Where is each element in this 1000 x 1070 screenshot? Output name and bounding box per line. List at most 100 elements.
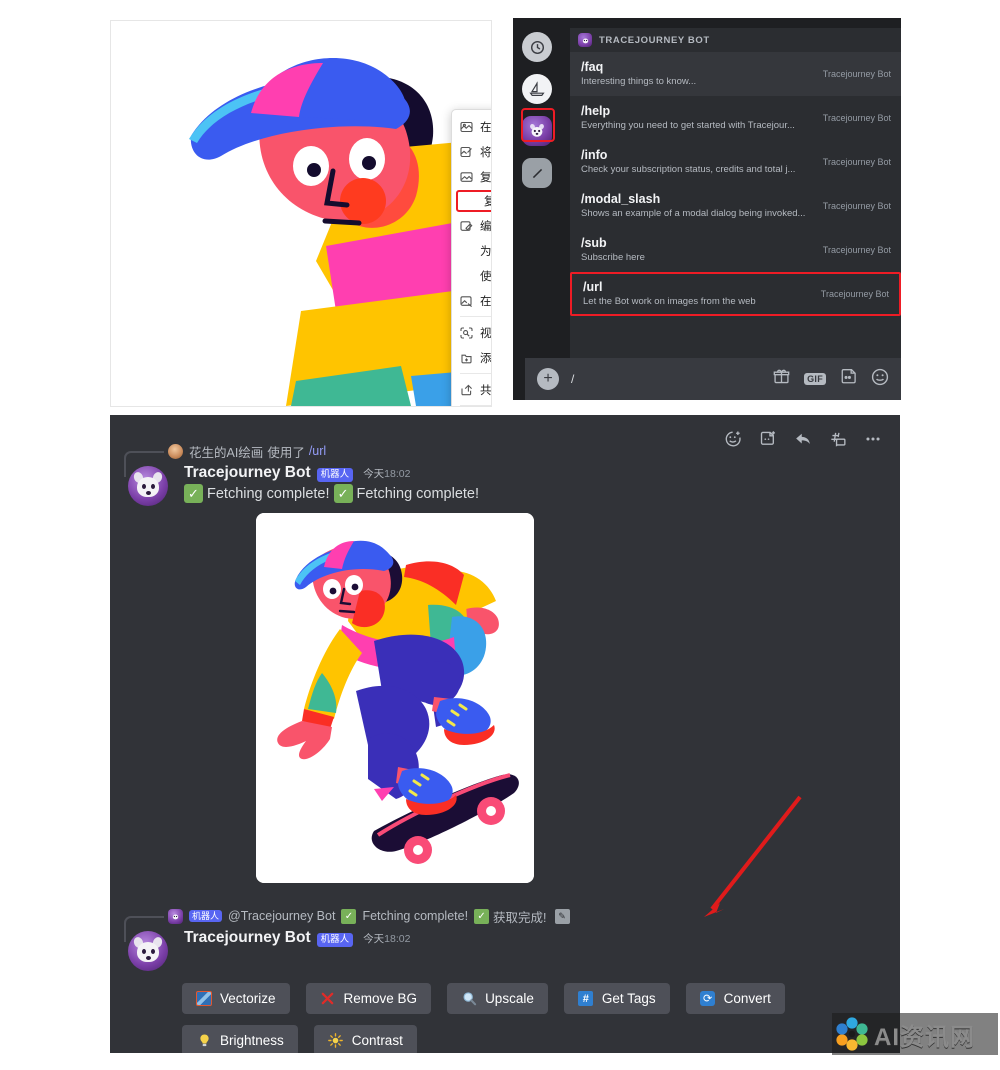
command-text: /faq Interesting things to know... <box>581 60 696 88</box>
lightbulb-icon <box>196 1033 212 1048</box>
avatar-eye <box>151 949 155 954</box>
save-image-as-icon <box>458 145 475 159</box>
remove-bg-icon <box>320 991 336 1006</box>
avatar[interactable] <box>128 931 168 971</box>
input-bar-icons: GIF <box>773 368 889 391</box>
message-top: Tracejourney Bot 机器人 今天18:02 ✓ Fetching … <box>110 462 900 883</box>
add-to-collections-icon <box>458 351 475 365</box>
sailboat-icon[interactable] <box>522 74 552 104</box>
command-description: Interesting things to know... <box>581 76 697 87</box>
slash-command-row-modal-slash[interactable]: /modal_slash Shows an example of a modal… <box>570 184 901 228</box>
gift-icon[interactable] <box>773 368 790 390</box>
context-menu-item-share[interactable]: 共享 <box>452 377 492 402</box>
context-menu-separator <box>460 316 491 317</box>
slash-command-popout[interactable]: TRACEJOURNEY BOT /faq Interesting things… <box>570 28 901 358</box>
command-owner: Tracejourney Bot <box>822 245 891 255</box>
command-description: Subscribe here <box>581 252 645 263</box>
slash-command-row-info[interactable]: /info Check your subscription status, cr… <box>570 140 901 184</box>
gif-icon[interactable]: GIF <box>804 373 826 385</box>
clock-icon[interactable] <box>522 32 552 62</box>
context-menu-item-label: 视觉搜索 <box>480 327 492 340</box>
avatar-eye <box>142 949 146 954</box>
button-label: Brightness <box>220 1033 284 1048</box>
magnifier-icon <box>461 991 477 1006</box>
button-label: Contrast <box>351 1033 403 1048</box>
context-menu-item-label: 编辑图像 <box>480 220 492 233</box>
button-label: Get Tags <box>601 991 656 1006</box>
message-input-field[interactable]: / <box>571 372 773 386</box>
context-menu-item-create-qr-code[interactable]: 为此图像创建 QR 代码 <box>452 238 491 263</box>
message-text: ✓ Fetching complete! ✓ Fetching complete… <box>184 484 534 503</box>
context-menu-item-label: 使用 必应搜索图像 <box>480 270 492 283</box>
reply-text-part: 获取完成! <box>493 910 547 925</box>
upscale-button[interactable]: Upscale <box>447 983 548 1014</box>
convert-icon: ⟳ <box>700 991 716 1006</box>
convert-button[interactable]: ⟳ Convert <box>685 983 785 1014</box>
context-menu-item-label: 在新标签页中打开图像 <box>480 121 492 134</box>
reply-mention[interactable]: @Tracejourney Bot <box>228 909 335 923</box>
browser-context-menu[interactable]: 在新标签页中打开图像 将图像另存为 复制图像 <box>451 109 492 406</box>
context-menu-item-copy-image[interactable]: 复制图像 <box>452 164 491 189</box>
command-name: /info <box>581 148 608 162</box>
reply-author[interactable]: 花生的AI绘画 <box>189 442 263 461</box>
message-timestamp: 今天18:02 <box>363 931 410 946</box>
slash-command-row-faq[interactable]: /faq Interesting things to know... Trace… <box>570 52 901 96</box>
emoji-icon[interactable] <box>871 368 889 391</box>
context-menu-item-open-image-new-tab[interactable]: 在新标签页中打开图像 <box>452 114 492 139</box>
command-text: /sub Subscribe here <box>581 236 645 264</box>
slash-popout-header: TRACEJOURNEY BOT <box>570 28 901 52</box>
context-menu-item-copy-image-link[interactable]: 复制图像链接 <box>456 190 491 212</box>
command-name: /help <box>581 104 611 118</box>
context-menu-separator <box>460 373 491 374</box>
context-menu-item-edit-image[interactable]: 编辑图像 <box>452 213 492 238</box>
command-text: /info Check your subscription status, cr… <box>581 148 795 176</box>
check-mark-icon: ✓ <box>341 908 357 924</box>
skater-artwork-card[interactable] <box>256 513 534 883</box>
vectorize-icon <box>196 991 212 1006</box>
reply-action-label: 使用了 <box>267 445 305 460</box>
hash-icon: # <box>578 991 594 1006</box>
avatar-eye <box>151 484 155 489</box>
command-description: Everything you need to get started with … <box>581 120 795 131</box>
visual-search-icon <box>458 326 475 340</box>
avatar <box>168 443 183 459</box>
command-owner: Tracejourney Bot <box>822 113 891 123</box>
slash-command-row-sub[interactable]: /sub Subscribe here Tracejourney Bot <box>570 228 901 272</box>
get-tags-button[interactable]: # Get Tags <box>563 983 670 1014</box>
context-menu-item-visual-search[interactable]: 视觉搜索 <box>452 320 492 345</box>
context-menu-item-label: 将图像另存为 <box>480 146 492 159</box>
sticker-icon[interactable] <box>840 368 857 390</box>
context-menu-item-label: 添加到集锦 <box>480 352 492 365</box>
context-menu-item-search-image-bing[interactable]: 使用 必应搜索图像 <box>452 263 492 288</box>
add-attachment-button[interactable]: + <box>537 368 559 390</box>
remove-bg-button[interactable]: Remove BG <box>305 983 432 1014</box>
qr-code-spacer-icon <box>458 244 475 258</box>
watermark-text: AI资讯网 <box>874 1023 975 1051</box>
message-text-part: Fetching complete! <box>207 485 330 502</box>
context-menu-item-save-image-as[interactable]: 将图像另存为 <box>452 139 492 164</box>
slash-command-row-help[interactable]: /help Everything you need to get started… <box>570 96 901 140</box>
contrast-button[interactable]: Contrast <box>313 1025 417 1053</box>
message-header: Tracejourney Bot 机器人 今天18:02 <box>184 464 534 482</box>
slash-command-row-url[interactable]: /url Let the Bot work on images from the… <box>570 272 901 316</box>
message-author[interactable]: Tracejourney Bot <box>184 464 311 482</box>
vectorize-button[interactable]: Vectorize <box>182 983 290 1014</box>
discord-message-input-bar[interactable]: + / GIF <box>525 358 901 400</box>
context-menu-item-search-web-image[interactable]: 在 Web 上搜索图像 <box>452 288 491 313</box>
avatar[interactable] <box>128 466 168 506</box>
pencil-square-icon[interactable] <box>522 158 552 188</box>
message-author[interactable]: Tracejourney Bot <box>184 929 311 947</box>
button-label: Remove BG <box>343 991 418 1006</box>
slash-popout-header-label: TRACEJOURNEY BOT <box>599 34 710 46</box>
share-icon <box>458 383 475 397</box>
context-menu-item-label: 共享 <box>480 384 492 397</box>
message-body: Tracejourney Bot 机器人 今天18:02 <box>184 929 410 971</box>
command-owner: Tracejourney Bot <box>820 289 889 299</box>
reply-command[interactable]: /url <box>309 444 326 458</box>
command-owner: Tracejourney Bot <box>822 69 891 79</box>
brightness-button[interactable]: Brightness <box>182 1025 298 1053</box>
context-menu-item-add-to-collections[interactable]: 添加到集锦 <box>452 345 492 370</box>
discord-server-rail[interactable] <box>513 18 561 363</box>
reply-context-top[interactable]: 花生的AI绘画 使用了 /url <box>124 440 900 477</box>
reply-context-bottom[interactable]: 机器人 @Tracejourney Bot ✓ Fetching complet… <box>124 905 900 942</box>
